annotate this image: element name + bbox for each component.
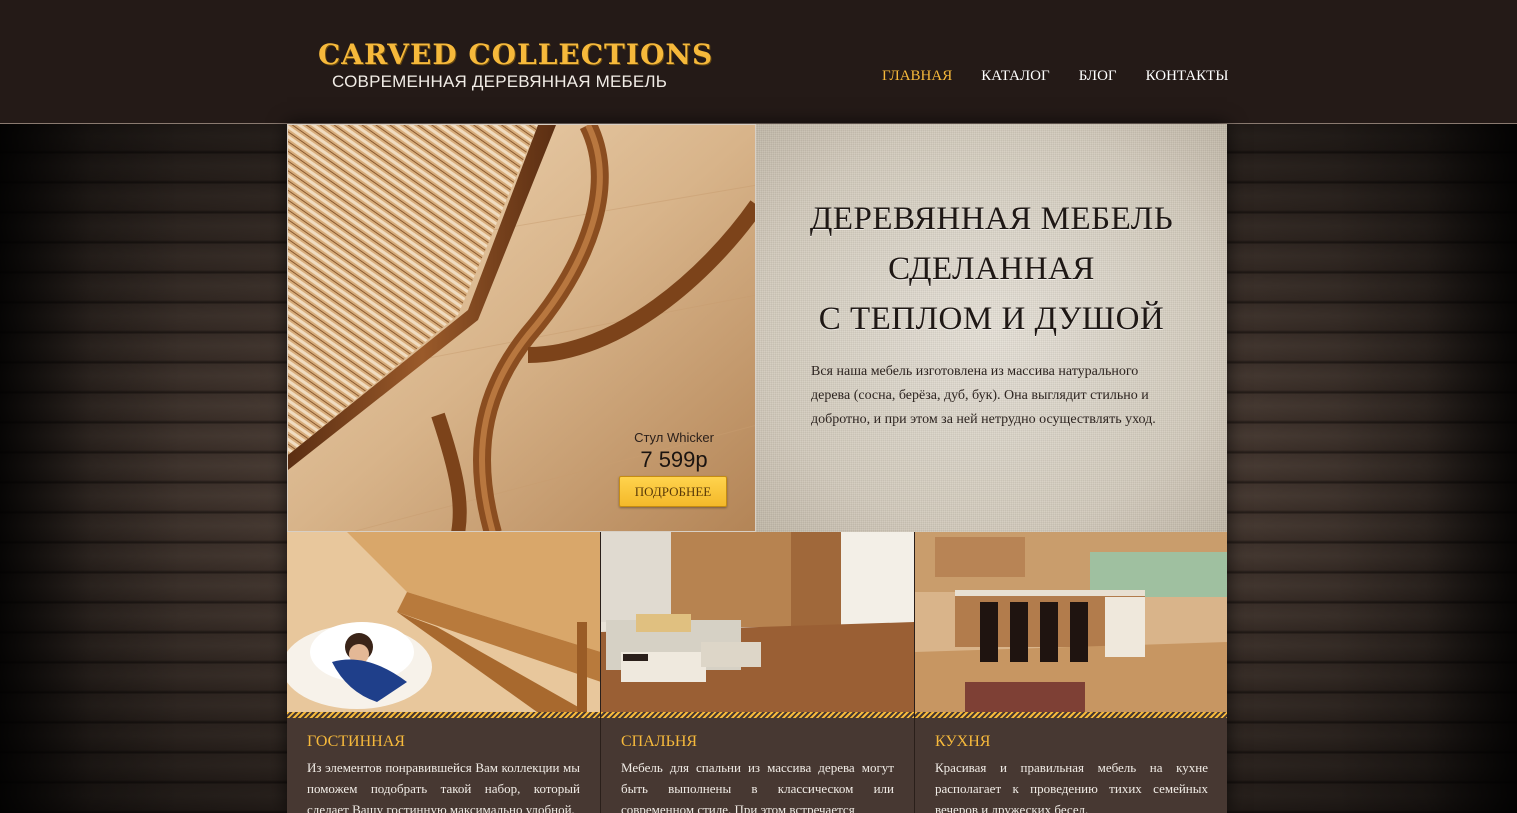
hero-text-panel: ДЕРЕВЯННАЯ МЕБЕЛЬ СДЕЛАННАЯ С ТЕПЛОМ И Д… [756, 124, 1227, 532]
main-content: Стул Whicker 7 599р ПОДРОБНЕЕ ДЕРЕВЯННАЯ… [287, 124, 1227, 813]
category-title-bedroom[interactable]: СПАЛЬНЯ [621, 733, 697, 751]
hero-chair-photo: Стул Whicker 7 599р ПОДРОБНЕЕ [287, 124, 756, 532]
tile-stripe [601, 712, 914, 718]
category-tile-living-room[interactable]: ГОСТИННАЯ Из элементов понравившейся Вам… [287, 532, 601, 813]
product-name: Стул Whicker [634, 430, 714, 445]
kitchen-photo [915, 532, 1227, 712]
hero-heading-line-3: С ТЕПЛОМ И ДУШОЙ [818, 301, 1165, 337]
logo-title[interactable]: CARVED COLLECTIONS [318, 38, 713, 71]
bedroom-photo [601, 532, 914, 712]
site-header: CARVED COLLECTIONS СОВРЕМЕННАЯ ДЕРЕВЯННА… [0, 0, 1517, 124]
category-text-bedroom: Мебель для спальни из массива дерева мог… [621, 760, 894, 813]
category-title-living-room[interactable]: ГОСТИННАЯ [307, 733, 405, 751]
category-tile-kitchen[interactable]: КУХНЯ Красивая и правильная мебель на ку… [915, 532, 1227, 813]
logo-subtitle: СОВРЕМЕННАЯ ДЕРЕВЯННАЯ МЕБЕЛЬ [332, 72, 668, 91]
nav-item-blog[interactable]: БЛОГ [1079, 68, 1117, 85]
hero-heading-line-2: СДЕЛАННАЯ [888, 251, 1095, 287]
tile-stripe [287, 712, 600, 718]
product-price: 7 599р [640, 447, 708, 472]
product-caption: Стул Whicker 7 599р [619, 430, 729, 473]
hero-heading-line-1: ДЕРЕВЯННАЯ МЕБЕЛЬ [809, 201, 1174, 237]
tile-stripe [915, 712, 1227, 718]
main-nav: ГЛАВНАЯ КАТАЛОГ БЛОГ КОНТАКТЫ [882, 68, 1257, 85]
nav-item-catalog[interactable]: КАТАЛОГ [981, 68, 1049, 85]
hero-description: Вся наша мебель изготовлена из массива н… [811, 364, 1156, 427]
hero-heading: ДЕРЕВЯННАЯ МЕБЕЛЬ СДЕЛАННАЯ С ТЕПЛОМ И Д… [756, 194, 1227, 344]
nav-item-contacts[interactable]: КОНТАКТЫ [1146, 68, 1229, 85]
category-tiles: ГОСТИННАЯ Из элементов понравившейся Вам… [287, 532, 1227, 813]
category-text-living-room: Из элементов понравившейся Вам коллекции… [307, 760, 580, 813]
nav-item-home[interactable]: ГЛАВНАЯ [882, 68, 952, 85]
category-text-kitchen: Красивая и правильная мебель на кухне ра… [935, 760, 1208, 813]
category-title-kitchen[interactable]: КУХНЯ [935, 733, 990, 751]
living-room-photo [287, 532, 600, 712]
details-button[interactable]: ПОДРОБНЕЕ [619, 476, 727, 507]
category-tile-bedroom[interactable]: СПАЛЬНЯ Мебель для спальни из массива де… [601, 532, 915, 813]
